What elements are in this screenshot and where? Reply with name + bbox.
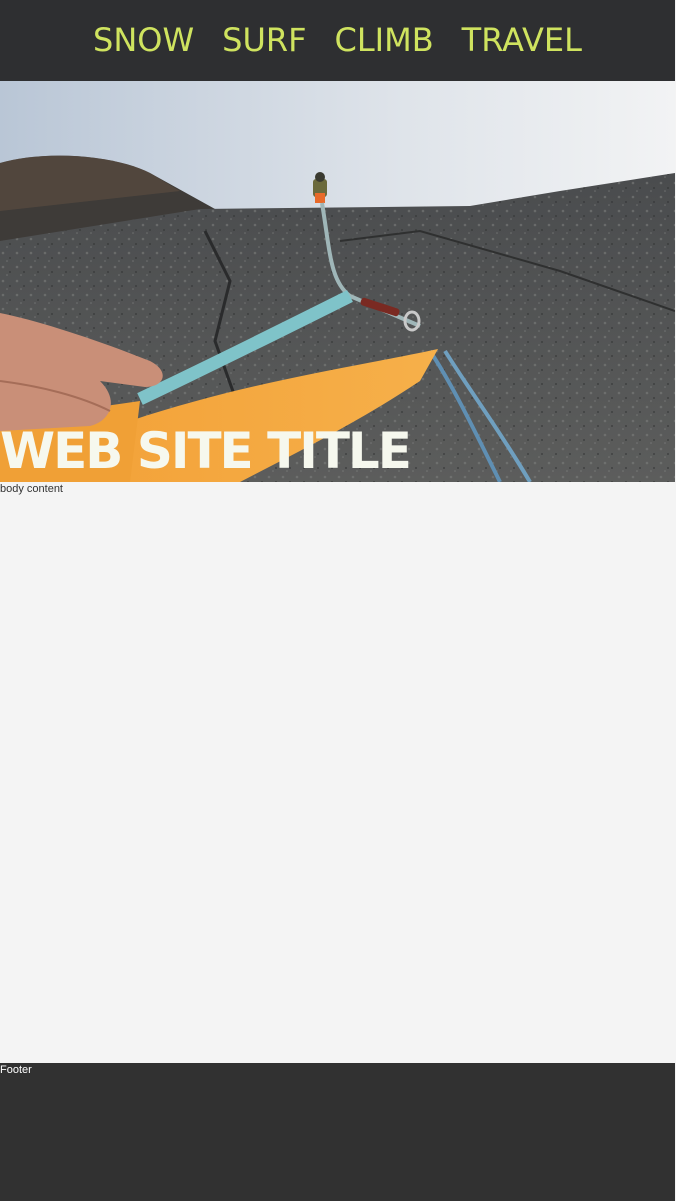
page-footer: Footer — [0, 1063, 675, 1201]
main-content: body content — [0, 482, 675, 1063]
nav-item-snow: SNOW — [93, 21, 194, 59]
nav-item-travel: TRAVEL — [462, 21, 582, 59]
nav-menu: SNOW SURF CLIMB TRAVEL — [93, 21, 582, 59]
top-navigation: SNOW SURF CLIMB TRAVEL — [0, 0, 675, 81]
nav-item-surf: SURF — [222, 21, 306, 59]
nav-link-surf[interactable]: SURF — [222, 21, 306, 59]
nav-item-climb: CLIMB — [335, 21, 434, 59]
nav-link-travel[interactable]: TRAVEL — [462, 21, 582, 59]
nav-link-climb[interactable]: CLIMB — [335, 21, 434, 59]
hero-banner: WEB SITE TITLE — [0, 81, 675, 482]
site-title: WEB SITE TITLE — [0, 422, 412, 480]
body-content-text: body content — [0, 483, 63, 495]
footer-text: Footer — [0, 1064, 32, 1076]
nav-link-snow[interactable]: SNOW — [93, 21, 194, 59]
